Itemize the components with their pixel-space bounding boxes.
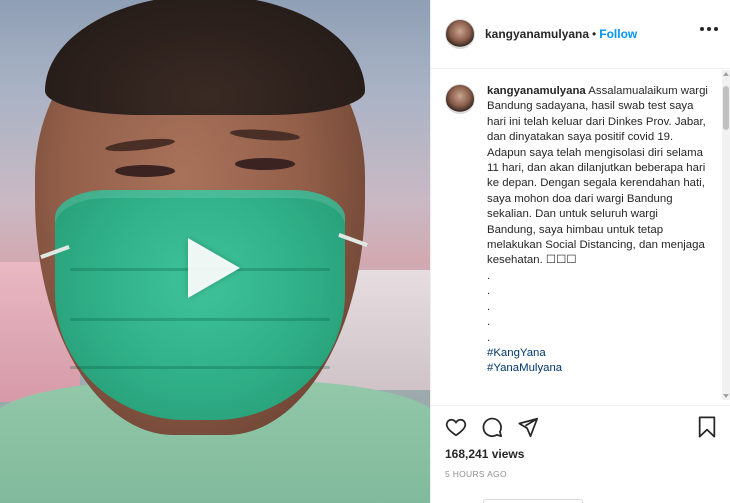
caption-dot: . <box>487 331 491 344</box>
right-eye <box>235 158 295 170</box>
post-header: kangyanamulyana • Follow <box>431 0 730 69</box>
post-timestamp[interactable]: 5 HOURS AGO <box>445 469 507 479</box>
caption-dot: . <box>487 316 491 329</box>
action-icons <box>445 416 539 438</box>
header-username[interactable]: kangyanamulyana <box>485 27 589 41</box>
face-mask <box>55 190 345 420</box>
post-actions: 168,241 views 5 HOURS AGO <box>431 405 730 503</box>
add-comment-field[interactable] <box>483 499 583 503</box>
view-count[interactable]: 168,241 views <box>445 447 524 461</box>
heart-icon[interactable] <box>445 416 467 438</box>
paper-plane-icon[interactable] <box>517 416 539 438</box>
caption-username[interactable]: kangyanamulyana <box>487 85 586 97</box>
avatar[interactable] <box>445 19 475 49</box>
mask-fold <box>70 366 330 369</box>
caption-dot: . <box>487 285 491 298</box>
play-icon[interactable] <box>188 238 240 298</box>
mask-fold <box>70 318 330 321</box>
caption: kangyanamulyana Assalamualaikum wargi Ba… <box>445 84 709 377</box>
scrollbar-thumb[interactable] <box>723 86 729 130</box>
comment-icon[interactable] <box>481 416 503 438</box>
hashtag-link[interactable]: #YanaMulyana <box>487 361 709 376</box>
caption-dot: . <box>487 269 491 282</box>
avatar[interactable] <box>445 84 475 114</box>
video-player[interactable] <box>0 0 430 503</box>
person-hair <box>45 0 365 115</box>
follow-button[interactable]: Follow <box>599 27 637 41</box>
scroll-down-arrow-icon[interactable] <box>723 394 729 398</box>
bookmark-icon[interactable] <box>697 416 717 438</box>
caption-text: kangyanamulyana Assalamualaikum wargi Ba… <box>487 84 709 377</box>
comments-section: kangyanamulyana Assalamualaikum wargi Ba… <box>431 70 723 400</box>
caption-dot: . <box>487 300 491 313</box>
scroll-up-arrow-icon[interactable] <box>723 72 729 76</box>
separator-dot: • <box>592 27 597 41</box>
post-sidebar: kangyanamulyana • Follow kangyanamulyana… <box>430 0 730 503</box>
more-options-icon[interactable] <box>700 27 718 31</box>
caption-body: Assalamualaikum wargi Bandung sadayana, … <box>487 85 712 267</box>
hashtag-link[interactable]: #KangYana <box>487 346 709 361</box>
left-eye <box>115 165 175 177</box>
